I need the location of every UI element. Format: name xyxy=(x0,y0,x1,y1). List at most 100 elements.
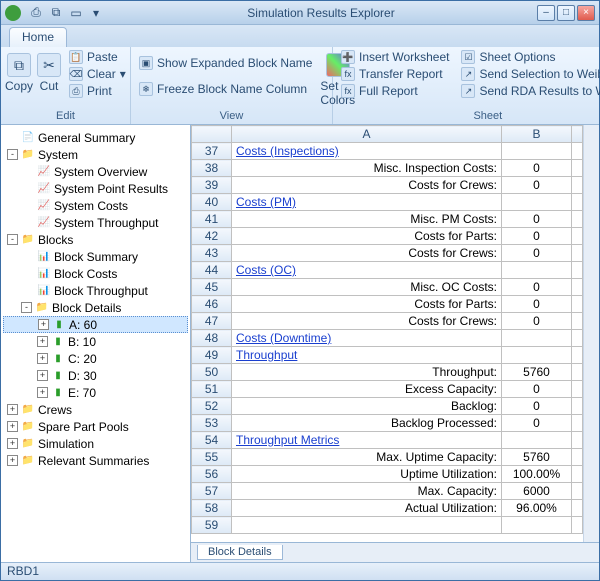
row-header[interactable]: 41 xyxy=(192,211,232,228)
table-row[interactable]: 37Costs (Inspections) xyxy=(192,143,583,160)
cell-c[interactable] xyxy=(572,177,583,194)
cell-b[interactable]: 0 xyxy=(502,381,572,398)
cell-b[interactable]: 0 xyxy=(502,211,572,228)
clear-button[interactable]: ⌫Clear▾ xyxy=(65,66,130,82)
table-row[interactable]: 51Excess Capacity:0 xyxy=(192,381,583,398)
vertical-scrollbar[interactable] xyxy=(583,125,599,542)
cell-b[interactable]: 96.00% xyxy=(502,500,572,517)
expand-icon[interactable]: + xyxy=(7,404,18,415)
cell-c[interactable] xyxy=(572,500,583,517)
freeze-column-button[interactable]: ❄Freeze Block Name Column xyxy=(135,81,316,97)
cell-a[interactable]: Backlog: xyxy=(232,398,502,415)
cell-b[interactable] xyxy=(502,517,572,534)
collapse-icon[interactable]: - xyxy=(21,302,32,313)
qat-book-icon[interactable]: ▭ xyxy=(67,4,85,22)
corner-header[interactable] xyxy=(192,126,232,143)
sheet-tab-block-details[interactable]: Block Details xyxy=(197,545,283,560)
row-header[interactable]: 55 xyxy=(192,449,232,466)
cell-b[interactable]: 100.00% xyxy=(502,466,572,483)
cell-c[interactable] xyxy=(572,245,583,262)
tree-d30[interactable]: +▮D: 30 xyxy=(3,367,188,384)
full-report-button[interactable]: fxFull Report xyxy=(337,83,453,99)
cell-a[interactable]: Costs for Crews: xyxy=(232,313,502,330)
tree-spare[interactable]: +📁Spare Part Pools xyxy=(3,418,188,435)
cell-a[interactable]: Uptime Utilization: xyxy=(232,466,502,483)
expand-icon[interactable]: + xyxy=(7,455,18,466)
tab-home[interactable]: Home xyxy=(9,27,67,47)
tree-system-overview[interactable]: 📈System Overview xyxy=(3,163,188,180)
table-row[interactable]: 50Throughput:5760 xyxy=(192,364,583,381)
qat-dropdown-icon[interactable]: ▾ xyxy=(87,4,105,22)
table-row[interactable]: 40Costs (PM) xyxy=(192,194,583,211)
row-header[interactable]: 37 xyxy=(192,143,232,160)
cell-b[interactable]: 0 xyxy=(502,398,572,415)
row-header[interactable]: 49 xyxy=(192,347,232,364)
cell-c[interactable] xyxy=(572,364,583,381)
table-row[interactable]: 56Uptime Utilization:100.00% xyxy=(192,466,583,483)
expand-icon[interactable]: + xyxy=(38,319,49,330)
tree-c20[interactable]: +▮C: 20 xyxy=(3,350,188,367)
expand-icon[interactable]: + xyxy=(37,336,48,347)
table-row[interactable]: 52Backlog:0 xyxy=(192,398,583,415)
print-button[interactable]: ⎙Print xyxy=(65,83,130,99)
table-row[interactable]: 57Max. Capacity:6000 xyxy=(192,483,583,500)
expand-icon[interactable]: + xyxy=(7,438,18,449)
cell-a[interactable]: Misc. OC Costs: xyxy=(232,279,502,296)
tree-system-costs[interactable]: 📈System Costs xyxy=(3,197,188,214)
cell-c[interactable] xyxy=(572,483,583,500)
cell-b[interactable]: 0 xyxy=(502,279,572,296)
cell-a[interactable]: Costs (Inspections) xyxy=(232,143,502,160)
table-row[interactable]: 49 Throughput xyxy=(192,347,583,364)
cell-a[interactable]: Actual Utilization: xyxy=(232,500,502,517)
tree-simulation[interactable]: +📁Simulation xyxy=(3,435,188,452)
cell-c[interactable] xyxy=(572,211,583,228)
qat-copy-icon[interactable]: ⧉ xyxy=(47,4,65,22)
cell-c[interactable] xyxy=(572,347,583,364)
row-header[interactable]: 50 xyxy=(192,364,232,381)
tree-relevant[interactable]: +📁Relevant Summaries xyxy=(3,452,188,469)
table-row[interactable]: 53Backlog Processed:0 xyxy=(192,415,583,432)
row-header[interactable]: 38 xyxy=(192,160,232,177)
row-header[interactable]: 51 xyxy=(192,381,232,398)
paste-button[interactable]: 📋Paste xyxy=(65,49,130,65)
section-link[interactable]: Costs (Downtime) xyxy=(236,331,331,345)
col-header-b[interactable]: B xyxy=(502,126,572,143)
table-row[interactable]: 59 xyxy=(192,517,583,534)
cell-b[interactable]: 0 xyxy=(502,313,572,330)
show-expanded-button[interactable]: ▣Show Expanded Block Name xyxy=(135,55,316,71)
col-header-c[interactable] xyxy=(572,126,583,143)
tree-a60[interactable]: +▮A: 60 xyxy=(3,316,188,333)
table-row[interactable]: 45Misc. OC Costs:0 xyxy=(192,279,583,296)
tree-general-summary[interactable]: 📄General Summary xyxy=(3,129,188,146)
cell-b[interactable]: 0 xyxy=(502,296,572,313)
cell-b[interactable] xyxy=(502,262,572,279)
maximize-button[interactable]: □ xyxy=(557,5,575,21)
cell-c[interactable] xyxy=(572,398,583,415)
expand-icon[interactable]: + xyxy=(7,421,18,432)
cell-b[interactable]: 0 xyxy=(502,160,572,177)
send-rda-button[interactable]: ↗Send RDA Results to Weibull xyxy=(457,83,600,99)
table-row[interactable]: 54Throughput Metrics xyxy=(192,432,583,449)
row-header[interactable]: 53 xyxy=(192,415,232,432)
cell-c[interactable] xyxy=(572,330,583,347)
tree-b10[interactable]: +▮B: 10 xyxy=(3,333,188,350)
cell-c[interactable] xyxy=(572,160,583,177)
cell-c[interactable] xyxy=(572,517,583,534)
row-header[interactable]: 46 xyxy=(192,296,232,313)
table-row[interactable]: 58Actual Utilization:96.00% xyxy=(192,500,583,517)
cell-c[interactable] xyxy=(572,143,583,160)
row-header[interactable]: 57 xyxy=(192,483,232,500)
row-header[interactable]: 39 xyxy=(192,177,232,194)
section-link[interactable]: Throughput xyxy=(236,348,297,362)
collapse-icon[interactable]: - xyxy=(7,149,18,160)
table-row[interactable]: 46Costs for Parts:0 xyxy=(192,296,583,313)
cell-b[interactable]: 6000 xyxy=(502,483,572,500)
row-header[interactable]: 43 xyxy=(192,245,232,262)
table-row[interactable]: 39Costs for Crews:0 xyxy=(192,177,583,194)
cell-c[interactable] xyxy=(572,432,583,449)
cell-a[interactable]: Costs for Parts: xyxy=(232,228,502,245)
row-header[interactable]: 59 xyxy=(192,517,232,534)
table-row[interactable]: 42Costs for Parts:0 xyxy=(192,228,583,245)
row-header[interactable]: 40 xyxy=(192,194,232,211)
row-header[interactable]: 42 xyxy=(192,228,232,245)
